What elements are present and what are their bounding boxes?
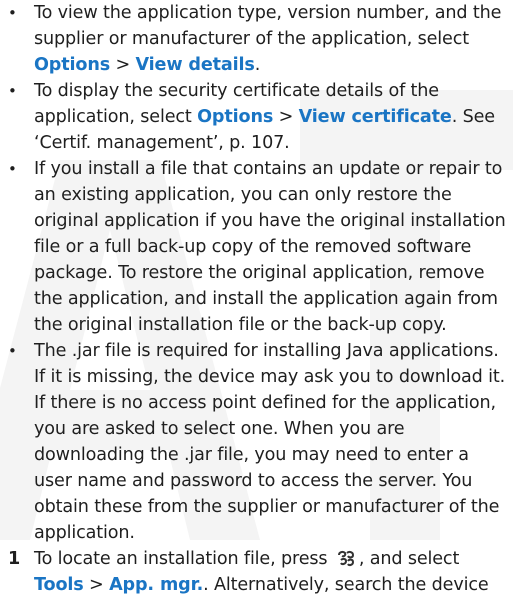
view-certificate-link[interactable]: View certificate xyxy=(299,107,452,127)
tools-link[interactable]: Tools xyxy=(34,575,84,595)
bullet-marker: • xyxy=(8,4,17,22)
bullet-marker: • xyxy=(8,160,17,178)
numbered-step: 1 To locate an installation file, press ,… xyxy=(8,546,507,598)
options-link[interactable]: Options xyxy=(34,55,110,75)
list-item: • To display the security certificate det… xyxy=(8,78,507,156)
app-mgr-link[interactable]: App. mgr. xyxy=(109,575,203,595)
list-item: • If you install a file that contains an … xyxy=(8,156,507,338)
options-link[interactable]: Options xyxy=(197,107,273,127)
step-text: To locate an installation file, press xyxy=(34,549,333,569)
list-item: • To view the application type, version n… xyxy=(8,0,507,78)
page-content: • To view the application type, version n… xyxy=(0,0,513,598)
bullet-marker: • xyxy=(8,342,17,360)
view-details-link[interactable]: View details xyxy=(136,55,255,75)
item-text-end: . xyxy=(254,55,261,75)
item-text: To view the application type, version nu… xyxy=(34,3,502,49)
step-number: 1 xyxy=(8,549,21,569)
item-text: The .jar file is required for installing… xyxy=(34,341,506,543)
menu-key-icon xyxy=(337,550,354,567)
separator: > xyxy=(273,107,299,127)
item-text: If you install a file that contains an u… xyxy=(34,159,506,335)
step-text-end: . Alternatively, search the device xyxy=(203,575,489,595)
separator: > xyxy=(83,575,110,595)
step-text: , and select xyxy=(358,549,460,569)
list-item: • The .jar file is required for installin… xyxy=(8,338,507,546)
bullet-marker: • xyxy=(8,82,17,100)
separator: > xyxy=(110,55,136,75)
